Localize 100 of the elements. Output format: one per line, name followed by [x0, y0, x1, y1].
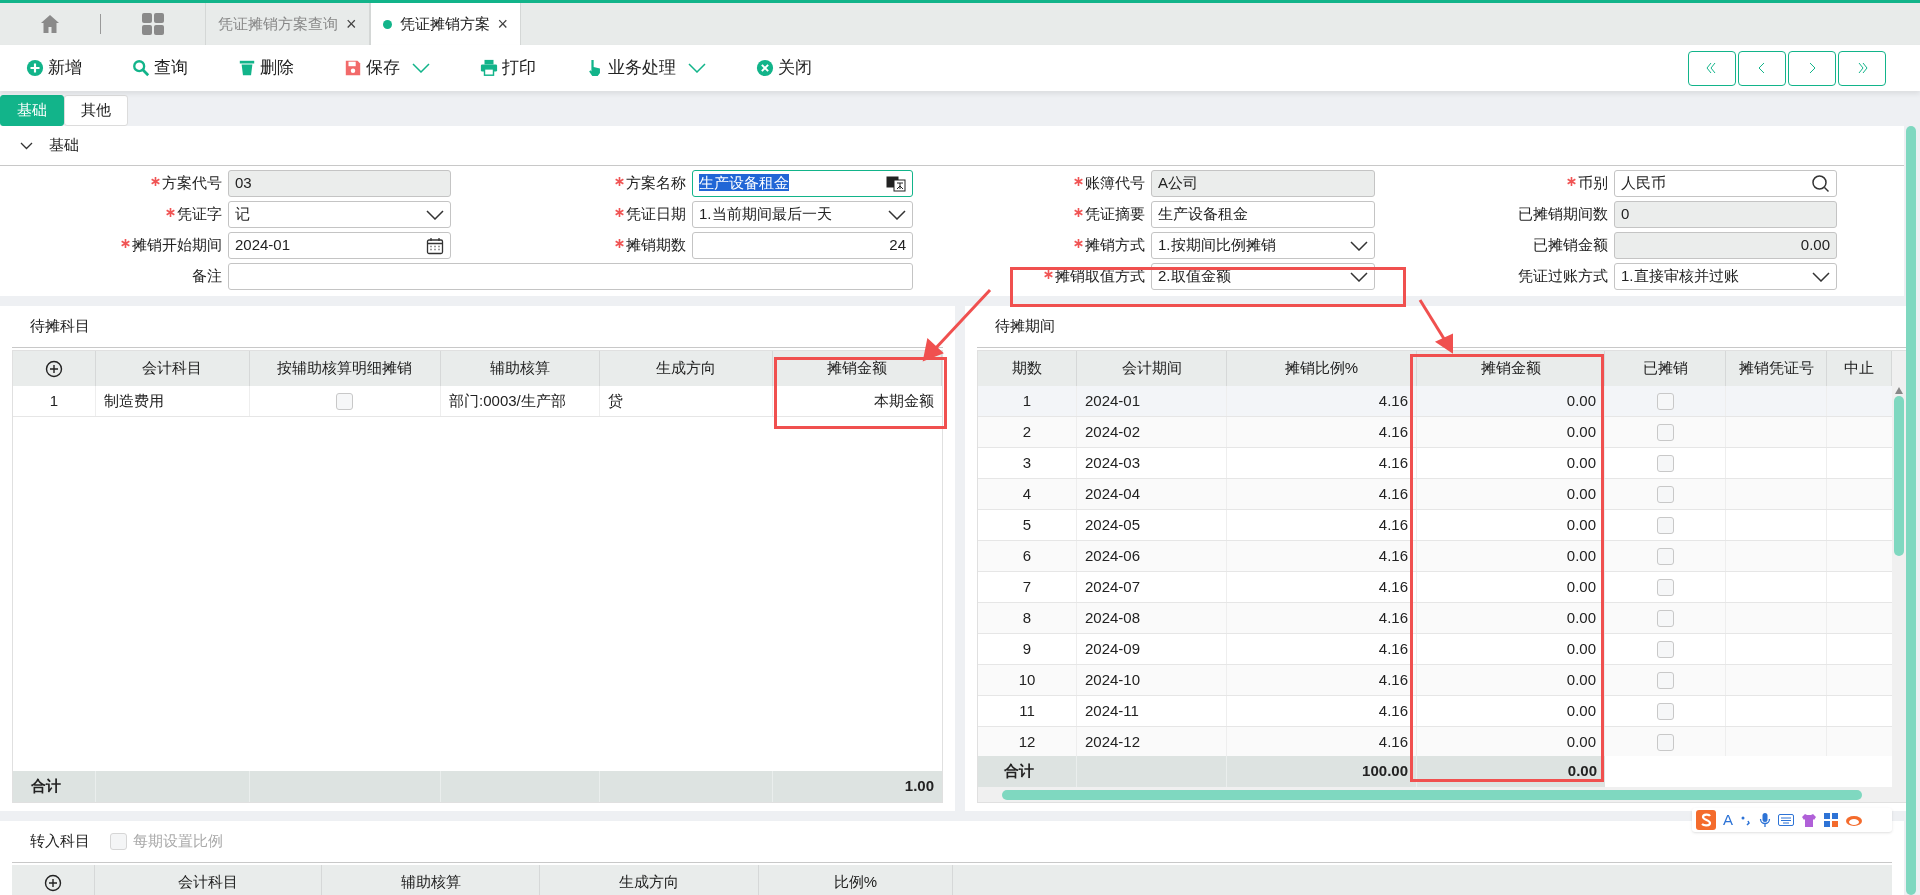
checkbox[interactable] [1656, 485, 1674, 503]
input-field[interactable]: 0 [1614, 201, 1837, 228]
column-header[interactable]: 比例% [759, 865, 953, 895]
microphone-icon[interactable] [1759, 812, 1771, 828]
add-row-icon[interactable] [44, 873, 62, 892]
checkbox[interactable] [1656, 578, 1674, 596]
checkbox[interactable] [1656, 733, 1674, 751]
checkbox[interactable] [1656, 454, 1674, 472]
translate-icon[interactable] [886, 175, 906, 192]
shirt-icon[interactable] [1801, 812, 1817, 828]
last-page-button[interactable] [1838, 50, 1886, 86]
panel-title: 转入科目 [30, 831, 90, 852]
select-field[interactable]: 1.直接审核并过账 [1614, 263, 1837, 290]
total-label: 合计 [13, 771, 96, 802]
ime-mode-key[interactable]: A [1723, 808, 1733, 832]
input-field[interactable]: 03 [228, 170, 451, 197]
select-field[interactable]: 1.按期间比例摊销 [1151, 232, 1375, 259]
toolbar-button[interactable]: 关闭 [756, 55, 812, 81]
checkbox[interactable] [1656, 702, 1674, 720]
column-header[interactable]: 辅助核算 [322, 865, 540, 895]
arrow [1418, 299, 1453, 354]
input-field[interactable]: 24 [692, 232, 913, 259]
column-header[interactable]: 会计科目 [95, 865, 322, 895]
close-tab-button[interactable]: × [497, 10, 509, 38]
checkbox[interactable] [1656, 547, 1674, 565]
trash-icon [238, 59, 256, 77]
grid-icon[interactable] [142, 13, 164, 35]
column-header[interactable]: 生成方向 [540, 865, 759, 895]
page-scrollbar[interactable] [1906, 126, 1916, 895]
input-field[interactable]: 生产设备租金 [692, 170, 913, 197]
section-header[interactable]: 基础 [0, 126, 1904, 166]
toolbar-button[interactable]: 打印 [480, 55, 536, 81]
table-cell: 0.00 [1417, 417, 1605, 447]
toolbar-button[interactable]: 删除 [238, 55, 294, 81]
column-header[interactable]: 按辅助核算明细摊销 [249, 351, 442, 386]
total-amount: 1.00 [903, 776, 935, 797]
table-cell: 4.16 [1227, 696, 1417, 726]
toolbar-button[interactable]: 保存 [344, 55, 430, 81]
checkbox[interactable] [336, 392, 354, 410]
first-page-button[interactable] [1688, 50, 1736, 86]
checkbox[interactable] [1656, 609, 1674, 627]
close-tab-button[interactable]: × [346, 10, 357, 38]
next-button[interactable] [1788, 50, 1836, 86]
field-label: 方案名称 [626, 173, 686, 194]
keyboard-icon[interactable] [1778, 814, 1794, 826]
checkbox[interactable] [1656, 640, 1674, 658]
table-cell: 9 [978, 634, 1077, 664]
table-cell: 3 [978, 448, 1077, 478]
horizontal-scrollbar[interactable] [978, 787, 1906, 802]
column-header[interactable]: 辅助核算 [441, 351, 600, 386]
table-cell: 2024-04 [1077, 479, 1227, 509]
apps-icon[interactable] [1824, 813, 1838, 827]
input-field[interactable] [228, 263, 913, 290]
ime-logo-icon[interactable] [1700, 813, 1712, 827]
add-row-icon[interactable] [44, 359, 63, 378]
search-icon[interactable] [1811, 174, 1830, 193]
table-cell: 11 [978, 696, 1077, 726]
table-cell: 2024-03 [1077, 448, 1227, 478]
select-field[interactable]: 1.当前期间最后一天 [692, 201, 913, 228]
toolbar-button[interactable]: 新增 [26, 55, 82, 81]
field-label: 凭证字 [177, 204, 222, 225]
tab[interactable]: 凭证摊销方案 × [369, 3, 522, 45]
previous-button[interactable] [1738, 50, 1786, 86]
chevron-down-icon [688, 63, 706, 73]
scroll-up-arrow-icon[interactable] [1895, 387, 1903, 394]
table-cell: 0.00 [1417, 665, 1605, 695]
calendar-icon[interactable] [426, 236, 444, 255]
select-field[interactable]: 记 [228, 201, 451, 228]
date-field[interactable]: 2024-01 [228, 232, 451, 259]
checkbox[interactable] [1656, 392, 1674, 410]
toolbar-button[interactable]: 查询 [132, 55, 188, 81]
checkbox[interactable] [1656, 671, 1674, 689]
home-icon[interactable] [40, 14, 60, 34]
table-cell: 2024-11 [1077, 696, 1227, 726]
input-field[interactable]: A公司 [1151, 170, 1375, 197]
toolbar-button[interactable]: 业务处理 [586, 55, 706, 81]
chevron-down-icon [1350, 271, 1368, 282]
chevron-down-icon [426, 209, 444, 220]
column-header[interactable]: 生成方向 [599, 351, 774, 386]
search-icon [132, 59, 150, 77]
field-label: 方案代号 [162, 173, 222, 194]
input-field[interactable]: 0.00 [1614, 232, 1837, 259]
input-field[interactable]: 人民币 [1614, 170, 1837, 197]
table-cell: 制造费用 [95, 386, 250, 416]
tab[interactable]: 其他 [64, 94, 128, 126]
table-cell: 0.00 [1417, 386, 1605, 416]
table-cell: 4.16 [1227, 479, 1417, 509]
input-field[interactable]: 生产设备租金 [1151, 201, 1375, 228]
tab[interactable]: 凭证摊销方案查询 × [205, 3, 370, 45]
table-cell: 1 [13, 386, 96, 416]
mascot-icon[interactable] [1845, 813, 1863, 827]
field-label: 摊销期数 [626, 235, 686, 256]
table-cell-text: 本期金额 [873, 390, 935, 411]
checkbox[interactable] [1656, 516, 1674, 534]
table-cell: 2024-09 [1077, 634, 1227, 664]
column-header[interactable]: 会计科目 [95, 351, 250, 386]
vertical-scrollbar[interactable] [1892, 351, 1906, 787]
field-label: 币别 [1578, 173, 1608, 194]
table-cell: 2024-07 [1077, 572, 1227, 602]
checkbox[interactable] [1656, 423, 1674, 441]
